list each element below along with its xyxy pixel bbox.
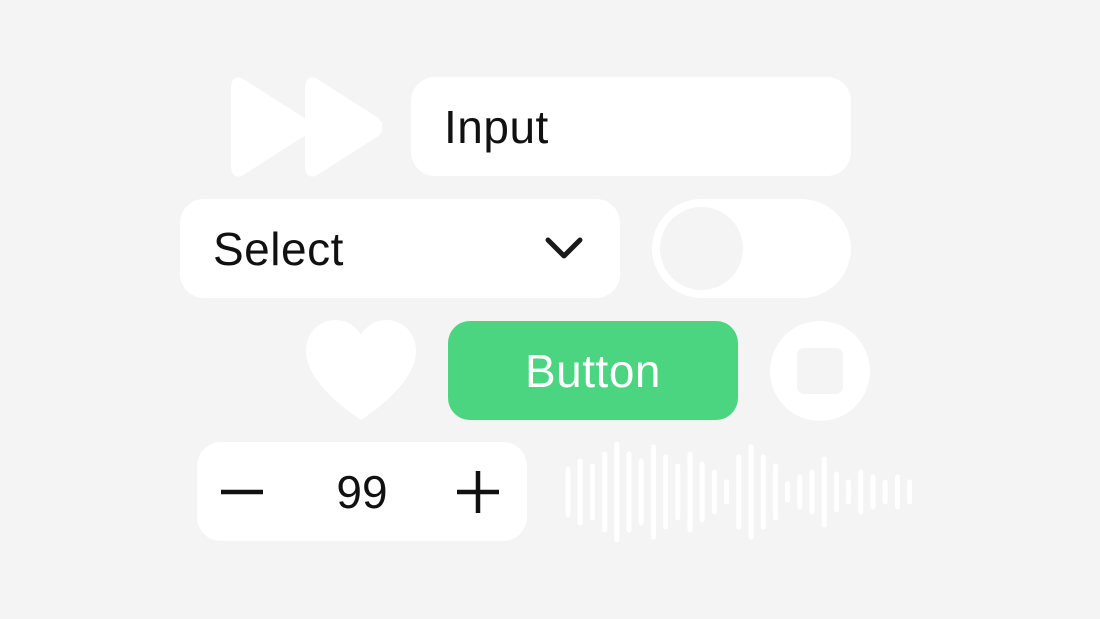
select-dropdown[interactable]: Select: [180, 199, 620, 298]
quantity-stepper: 99: [197, 442, 527, 541]
select-value: Select: [213, 222, 344, 275]
text-input[interactable]: Input: [411, 77, 851, 176]
chevron-down-icon: [545, 237, 583, 259]
heart-icon[interactable]: [304, 318, 418, 424]
plus-icon[interactable]: [455, 469, 501, 515]
waveform-icon: [565, 441, 913, 543]
button-label: Button: [525, 344, 661, 397]
toggle-switch[interactable]: [652, 199, 851, 298]
stop-button[interactable]: [770, 321, 870, 421]
primary-button[interactable]: Button: [448, 321, 738, 420]
toggle-knob: [660, 207, 743, 290]
input-value: Input: [444, 100, 549, 153]
minus-icon[interactable]: [219, 469, 265, 515]
fast-forward-icon[interactable]: [230, 74, 382, 180]
stepper-value[interactable]: 99: [312, 442, 412, 541]
stop-icon: [797, 348, 843, 394]
